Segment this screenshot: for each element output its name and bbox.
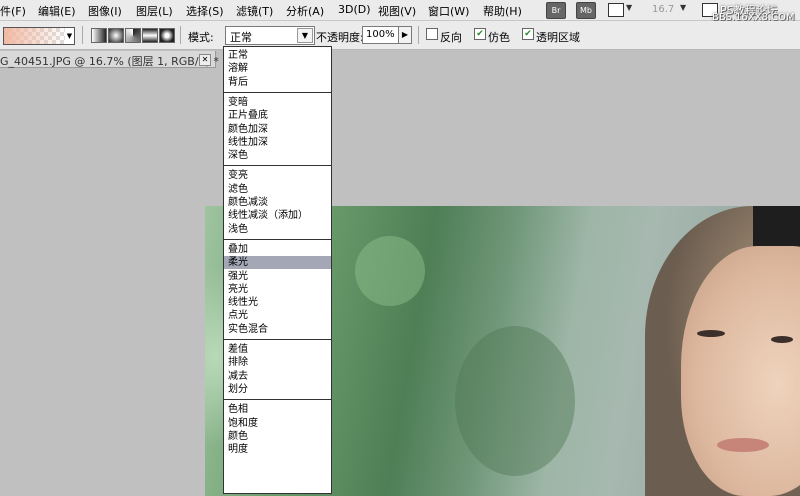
blend-mode-option[interactable]: 颜色加深 — [224, 123, 331, 136]
dither-checkbox[interactable]: ✔ — [474, 28, 486, 40]
mode-select[interactable]: 正常 ▼ — [225, 26, 315, 45]
blend-mode-option[interactable]: 减去 — [224, 370, 331, 383]
menu-item[interactable]: 窗口(W) — [428, 3, 469, 19]
transparency-label: 透明区域 — [536, 31, 580, 44]
blend-mode-option[interactable]: 颜色减淡 — [224, 196, 331, 209]
menu-item[interactable]: 视图(V) — [378, 3, 416, 19]
menu-item[interactable]: 滤镜(T) — [236, 3, 273, 19]
menu-item[interactable]: 编辑(E) — [38, 3, 76, 19]
lips — [717, 438, 769, 452]
chevron-down-icon[interactable]: ▼ — [680, 3, 686, 12]
menu-item[interactable]: 3D(D) — [338, 3, 371, 16]
menu-item[interactable]: 件(F) — [0, 3, 26, 19]
blend-mode-option[interactable]: 深色 — [224, 149, 331, 162]
blend-mode-option[interactable]: 饱和度 — [224, 417, 331, 430]
dither-label: 仿色 — [488, 31, 510, 44]
blend-mode-option[interactable]: 色相 — [224, 403, 331, 416]
divider — [418, 26, 419, 44]
menu-item[interactable]: 图像(I) — [88, 3, 122, 19]
document-title: G_40451.JPG @ 16.7% (图层 1, RGB/8) * — [0, 55, 219, 68]
blend-mode-dropdown[interactable]: 正常 溶解 背后变暗 正片叠底 颜色加深 线性加深 深色变亮 滤色 颜色减淡 线性减淡（添加） 浅色… — [223, 46, 332, 494]
zoom-level[interactable]: 16.7 — [652, 4, 674, 15]
blend-mode-option[interactable]: 划分 — [224, 383, 331, 396]
blend-mode-option[interactable]: 明度 — [224, 443, 331, 456]
divider — [82, 26, 83, 44]
chevron-down-icon[interactable]: ▼ — [297, 28, 313, 43]
mode-value: 正常 — [230, 31, 252, 44]
blend-mode-option[interactable]: 差值 — [224, 343, 331, 356]
transparency-checkbox[interactable]: ✔ — [522, 28, 534, 40]
menu-separator — [224, 339, 331, 340]
blend-mode-option[interactable]: 柔光 — [224, 256, 331, 270]
bridge-button[interactable]: Br — [546, 2, 566, 19]
menu-item[interactable]: 图层(L) — [136, 3, 173, 19]
menu-item[interactable]: 分析(A) — [286, 3, 324, 19]
blend-mode-option[interactable]: 溶解 — [224, 62, 331, 75]
screen-mode-icon[interactable] — [608, 3, 624, 17]
minibridge-button[interactable]: Mb — [576, 2, 596, 19]
blend-mode-option[interactable]: 线性加深 — [224, 136, 331, 149]
blend-mode-option[interactable]: 颜色 — [224, 430, 331, 443]
mode-label: 模式: — [188, 31, 214, 44]
reflected-gradient-icon[interactable] — [142, 28, 158, 43]
blend-mode-option[interactable]: 正常 — [224, 49, 331, 62]
blend-mode-option[interactable]: 背后 — [224, 76, 331, 89]
menu-bar: 件(F) 编辑(E) 图像(I) 图层(L) 选择(S) 滤镜(T) 分析(A) 3D(D) 视… — [0, 0, 800, 23]
reverse-checkbox[interactable] — [426, 28, 438, 40]
blend-mode-option[interactable]: 浅色 — [224, 223, 331, 236]
chevron-right-icon[interactable]: ▶ — [398, 26, 412, 44]
eye — [697, 330, 725, 337]
diamond-gradient-icon[interactable] — [159, 28, 175, 43]
opacity-input[interactable]: 100% — [362, 26, 401, 44]
menu-item[interactable]: 帮助(H) — [483, 3, 522, 19]
options-bar: ▼ 模式: 正常 ▼ 不透明度: 100% ▶ 反向 ✔ 仿色 ✔ 透明区域 — [0, 21, 800, 50]
blend-mode-option[interactable]: 强光 — [224, 270, 331, 283]
menu-item[interactable]: 选择(S) — [186, 3, 224, 19]
menu-separator — [224, 238, 331, 240]
chevron-down-icon[interactable]: ▼ — [65, 27, 75, 45]
blend-mode-option[interactable]: 点光 — [224, 309, 331, 322]
blend-mode-option[interactable]: 线性减淡（添加） — [224, 209, 331, 222]
eye — [771, 336, 793, 343]
reverse-label: 反向 — [440, 31, 462, 44]
blend-mode-option[interactable]: 实色混合 — [224, 323, 331, 336]
blend-mode-option[interactable]: 变暗 — [224, 96, 331, 109]
radial-gradient-icon[interactable] — [108, 28, 124, 43]
document-tab[interactable]: G_40451.JPG @ 16.7% (图层 1, RGB/8) * ✕ — [0, 51, 219, 68]
divider — [180, 26, 181, 44]
menu-separator — [224, 91, 331, 93]
menu-separator — [224, 165, 331, 167]
bokeh-blob — [455, 326, 575, 476]
blend-mode-option[interactable]: 正片叠底 — [224, 109, 331, 122]
blend-mode-option[interactable]: 排除 — [224, 356, 331, 369]
menu-separator — [224, 399, 331, 401]
linear-gradient-icon[interactable] — [91, 28, 107, 43]
blend-mode-option[interactable]: 变亮 — [224, 169, 331, 182]
gradient-picker[interactable] — [3, 27, 67, 45]
opacity-label: 不透明度: — [316, 31, 364, 44]
bokeh-blob — [355, 236, 425, 306]
angle-gradient-icon[interactable] — [125, 28, 141, 43]
blend-mode-option[interactable]: 滤色 — [224, 183, 331, 196]
blend-mode-option[interactable]: 亮光 — [224, 283, 331, 296]
blend-mode-option[interactable]: 叠加 — [224, 243, 331, 256]
close-icon[interactable]: ✕ — [199, 54, 211, 66]
blend-mode-option[interactable]: 线性光 — [224, 296, 331, 309]
chevron-down-icon[interactable]: ▼ — [626, 3, 632, 12]
